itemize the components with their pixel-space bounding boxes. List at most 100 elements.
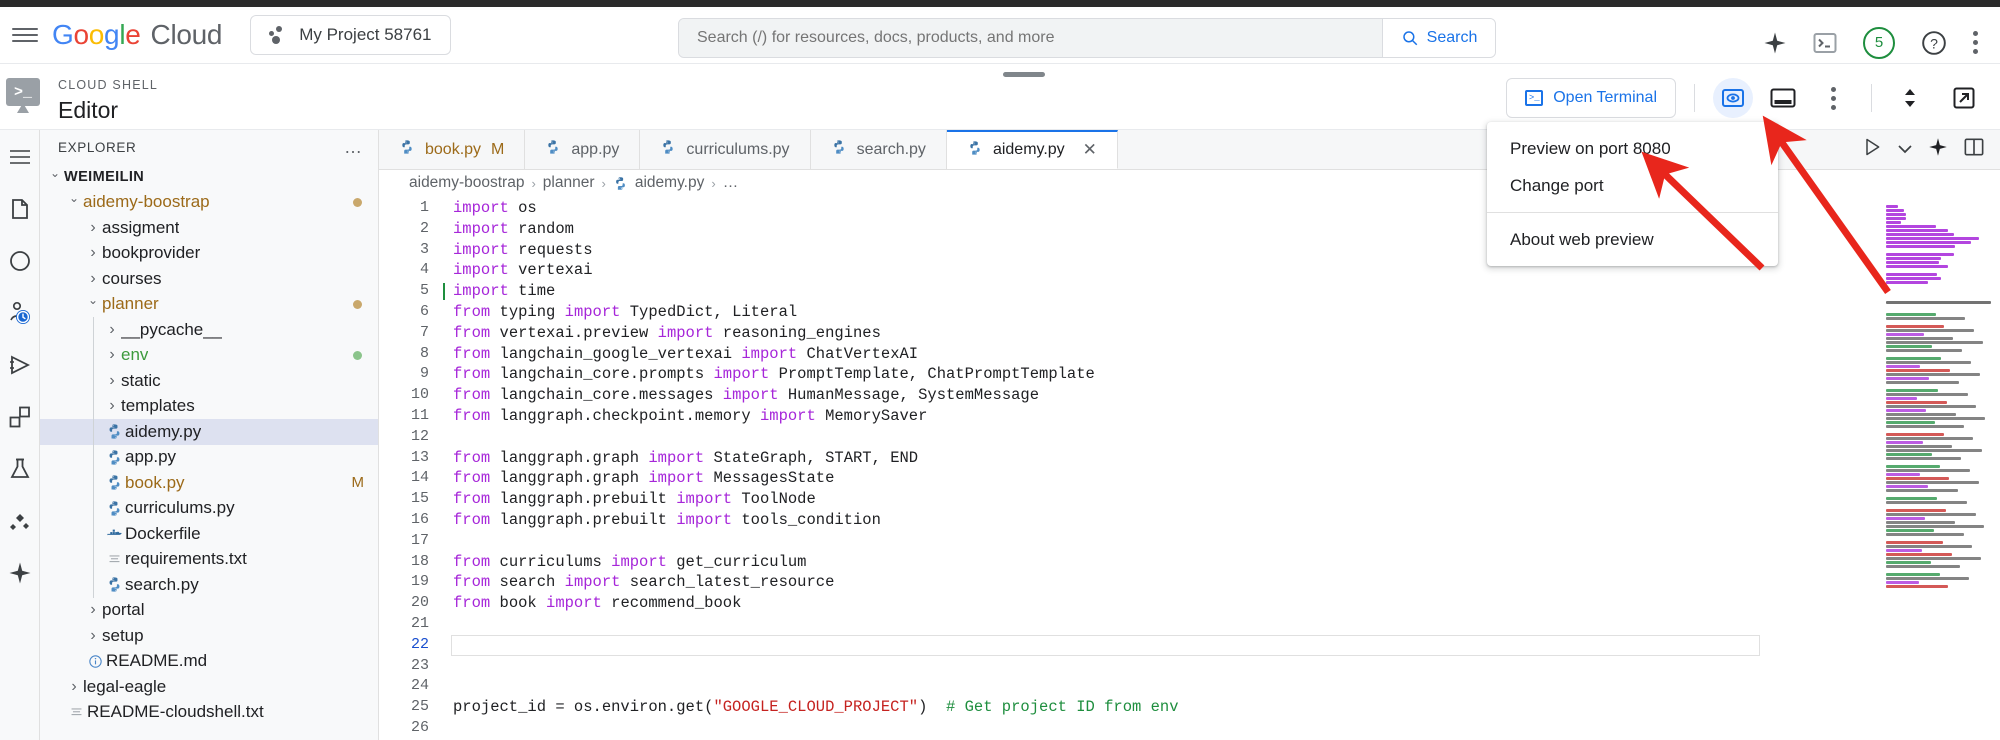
code-line[interactable]: project_id = os.environ.get("GOOGLE_CLOU…: [453, 697, 2000, 718]
open-terminal-button[interactable]: >_ Open Terminal: [1506, 78, 1676, 118]
tree-folder[interactable]: env: [40, 343, 378, 369]
tree-folder[interactable]: templates: [40, 394, 378, 420]
menu-icon[interactable]: [7, 144, 33, 170]
chevron-right-icon[interactable]: [103, 397, 121, 415]
breadcrumb-segment[interactable]: aidemy-boostrap: [409, 174, 524, 192]
tree-file[interactable]: book.pyM: [40, 470, 378, 496]
tree-folder[interactable]: assigment: [40, 215, 378, 241]
tree-folder[interactable]: aidemy-boostrap: [40, 190, 378, 216]
split-editor-icon[interactable]: [1964, 137, 1984, 162]
breadcrumb-segment[interactable]: aidemy.py: [635, 174, 705, 192]
gemini-sparkle-icon[interactable]: [7, 560, 33, 586]
search-button[interactable]: Search: [1382, 19, 1495, 57]
chevron-down-icon[interactable]: [46, 170, 64, 184]
global-search[interactable]: Search: [678, 18, 1496, 58]
open-editor-panel-icon[interactable]: [1763, 78, 1803, 118]
code-line[interactable]: [453, 656, 2000, 677]
explorer-more-actions-icon[interactable]: …: [344, 142, 364, 153]
code-line[interactable]: from langgraph.graph import MessagesStat…: [453, 468, 2000, 489]
close-icon[interactable]: ✕: [1083, 140, 1097, 160]
code-lines[interactable]: import osimport randomimport requestsimp…: [443, 196, 2000, 740]
testing-flask-icon[interactable]: [7, 456, 33, 482]
tree-folder[interactable]: courses: [40, 266, 378, 292]
tree-folder[interactable]: setup: [40, 623, 378, 649]
code-line[interactable]: from curriculums import get_curriculum: [453, 552, 2000, 573]
chevron-right-icon[interactable]: [84, 627, 102, 645]
chevron-right-icon[interactable]: [84, 270, 102, 288]
code-line[interactable]: [453, 635, 2000, 656]
chevron-right-icon[interactable]: [103, 321, 121, 339]
code-editor[interactable]: 1234567891011121314151617181920212223242…: [379, 196, 2000, 740]
code-line[interactable]: from typing import TypedDict, Literal: [453, 302, 2000, 323]
tree-folder[interactable]: static: [40, 368, 378, 394]
code-line[interactable]: import time: [453, 281, 2000, 302]
code-line[interactable]: from langchain_core.prompts import Promp…: [453, 364, 2000, 385]
avatar[interactable]: 5: [1863, 27, 1895, 59]
gemini-sparkle-icon[interactable]: [1928, 137, 1948, 162]
editor-tab[interactable]: aidemy.py✕: [947, 130, 1118, 169]
cloud-shell-icon[interactable]: [1813, 32, 1837, 54]
code-line[interactable]: from search import search_latest_resourc…: [453, 572, 2000, 593]
chevron-right-icon[interactable]: [103, 346, 121, 364]
editor-tab[interactable]: search.py: [811, 130, 947, 169]
code-line[interactable]: [453, 427, 2000, 448]
menu-item-change-port[interactable]: Change port: [1487, 167, 1778, 204]
code-line[interactable]: [453, 614, 2000, 635]
tree-file[interactable]: app.py: [40, 445, 378, 471]
source-control-history-icon[interactable]: [7, 300, 33, 326]
code-line[interactable]: [453, 676, 2000, 697]
chevron-right-icon[interactable]: [84, 601, 102, 619]
navigation-menu-icon[interactable]: [12, 25, 38, 45]
chevron-right-icon[interactable]: [84, 244, 102, 262]
tree-file[interactable]: curriculums.py: [40, 496, 378, 522]
code-line[interactable]: [453, 718, 2000, 739]
search-circle-icon[interactable]: [7, 248, 33, 274]
tree-folder[interactable]: planner: [40, 292, 378, 318]
tree-file[interactable]: README.md: [40, 649, 378, 675]
help-icon[interactable]: ?: [1921, 30, 1947, 56]
tree-folder[interactable]: legal-eagle: [40, 674, 378, 700]
code-minimap[interactable]: [1878, 196, 2000, 740]
more-options-icon[interactable]: [1813, 78, 1853, 118]
open-new-window-icon[interactable]: [1944, 78, 1984, 118]
editor-tab[interactable]: book.pyM: [379, 130, 525, 169]
tree-folder[interactable]: portal: [40, 598, 378, 624]
tree-file[interactable]: Dockerfile: [40, 521, 378, 547]
run-button[interactable]: [1862, 137, 1882, 162]
web-preview-icon[interactable]: [1713, 78, 1753, 118]
gemini-sparkle-icon[interactable]: [1763, 31, 1787, 55]
editor-tab[interactable]: app.py: [525, 130, 640, 169]
tree-folder[interactable]: __pycache__: [40, 317, 378, 343]
code-line[interactable]: from langgraph.prebuilt import tools_con…: [453, 510, 2000, 531]
code-line[interactable]: from book import recommend_book: [453, 593, 2000, 614]
breadcrumb-segment[interactable]: …: [723, 174, 739, 192]
chevron-right-icon[interactable]: [84, 219, 102, 237]
tree-file[interactable]: requirements.txt: [40, 547, 378, 573]
code-line[interactable]: from langgraph.graph import StateGraph, …: [453, 448, 2000, 469]
cloud-code-icon[interactable]: [7, 508, 33, 534]
search-input[interactable]: [679, 19, 1382, 57]
code-line[interactable]: from langchain_core.messages import Huma…: [453, 385, 2000, 406]
menu-item-about-web-preview[interactable]: About web preview: [1487, 221, 1778, 258]
breadcrumb-segment[interactable]: planner: [543, 174, 595, 192]
code-line[interactable]: from langgraph.checkpoint.memory import …: [453, 406, 2000, 427]
chevron-down-icon[interactable]: [65, 195, 83, 209]
chevron-right-icon[interactable]: [103, 372, 121, 390]
tree-file[interactable]: aidemy.py: [40, 419, 378, 445]
tree-file[interactable]: search.py: [40, 572, 378, 598]
code-line[interactable]: from vertexai.preview import reasoning_e…: [453, 323, 2000, 344]
menu-item-preview-on-port[interactable]: Preview on port 8080: [1487, 130, 1778, 167]
code-line[interactable]: from langchain_google_vertexai import Ch…: [453, 344, 2000, 365]
project-selector[interactable]: My Project 58761: [250, 15, 450, 55]
chevron-down-icon[interactable]: [1898, 141, 1912, 159]
explorer-files-icon[interactable]: [7, 196, 33, 222]
tree-folder[interactable]: WEIMEILIN: [40, 164, 378, 190]
chevron-right-icon[interactable]: [65, 678, 83, 696]
tree-file[interactable]: README-cloudshell.txt: [40, 700, 378, 726]
editor-tab[interactable]: curriculums.py: [640, 130, 810, 169]
more-options-icon[interactable]: [1973, 31, 1978, 54]
tree-folder[interactable]: bookprovider: [40, 241, 378, 267]
chevron-down-icon[interactable]: [84, 297, 102, 311]
code-line[interactable]: from langgraph.prebuilt import ToolNode: [453, 489, 2000, 510]
code-line[interactable]: [453, 531, 2000, 552]
